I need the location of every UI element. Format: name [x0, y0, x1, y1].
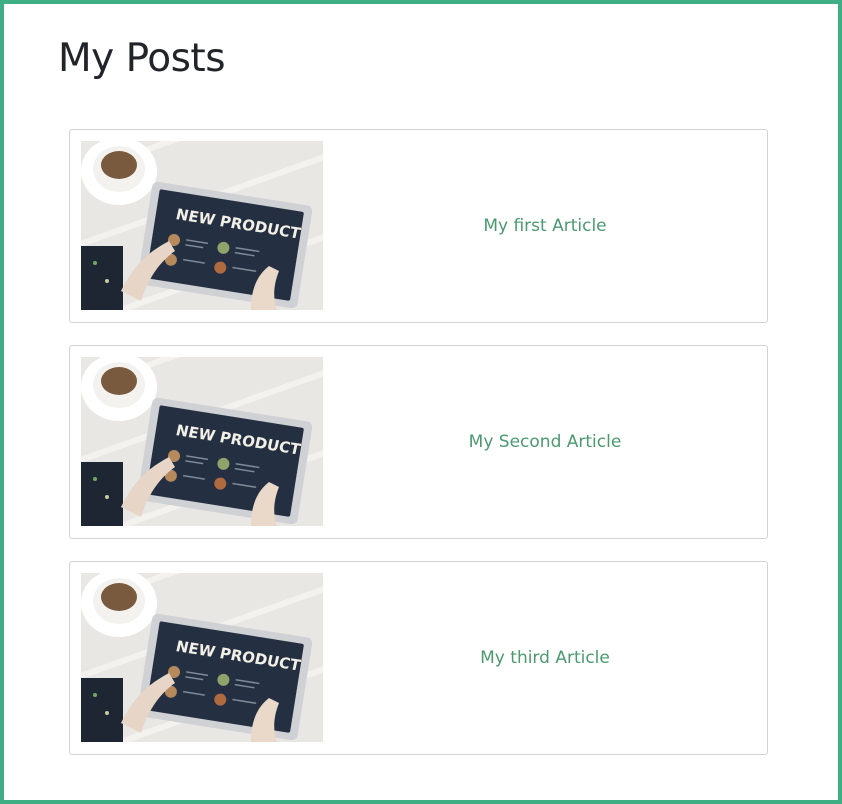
tablet-coffee-photo-icon: NEW PRODUCT: [81, 357, 323, 526]
page-title: My Posts: [58, 36, 226, 81]
post-title-link[interactable]: My first Article: [323, 130, 767, 322]
post-card[interactable]: NEW PRODUCT My first Article: [69, 129, 768, 323]
post-card[interactable]: NEW PRODUCT My Second Article: [69, 345, 768, 539]
post-title-link[interactable]: My third Article: [323, 562, 767, 754]
tablet-coffee-photo-icon: NEW PRODUCT: [81, 573, 323, 742]
app-frame: My Posts NEW PRODUCT My first Article NE…: [0, 0, 842, 804]
post-card[interactable]: NEW PRODUCT My third Article: [69, 561, 768, 755]
tablet-coffee-photo-icon: NEW PRODUCT: [81, 141, 323, 310]
post-title-link[interactable]: My Second Article: [323, 346, 767, 538]
post-thumbnail[interactable]: NEW PRODUCT: [81, 141, 323, 310]
post-thumbnail[interactable]: NEW PRODUCT: [81, 573, 323, 742]
post-thumbnail[interactable]: NEW PRODUCT: [81, 357, 323, 526]
